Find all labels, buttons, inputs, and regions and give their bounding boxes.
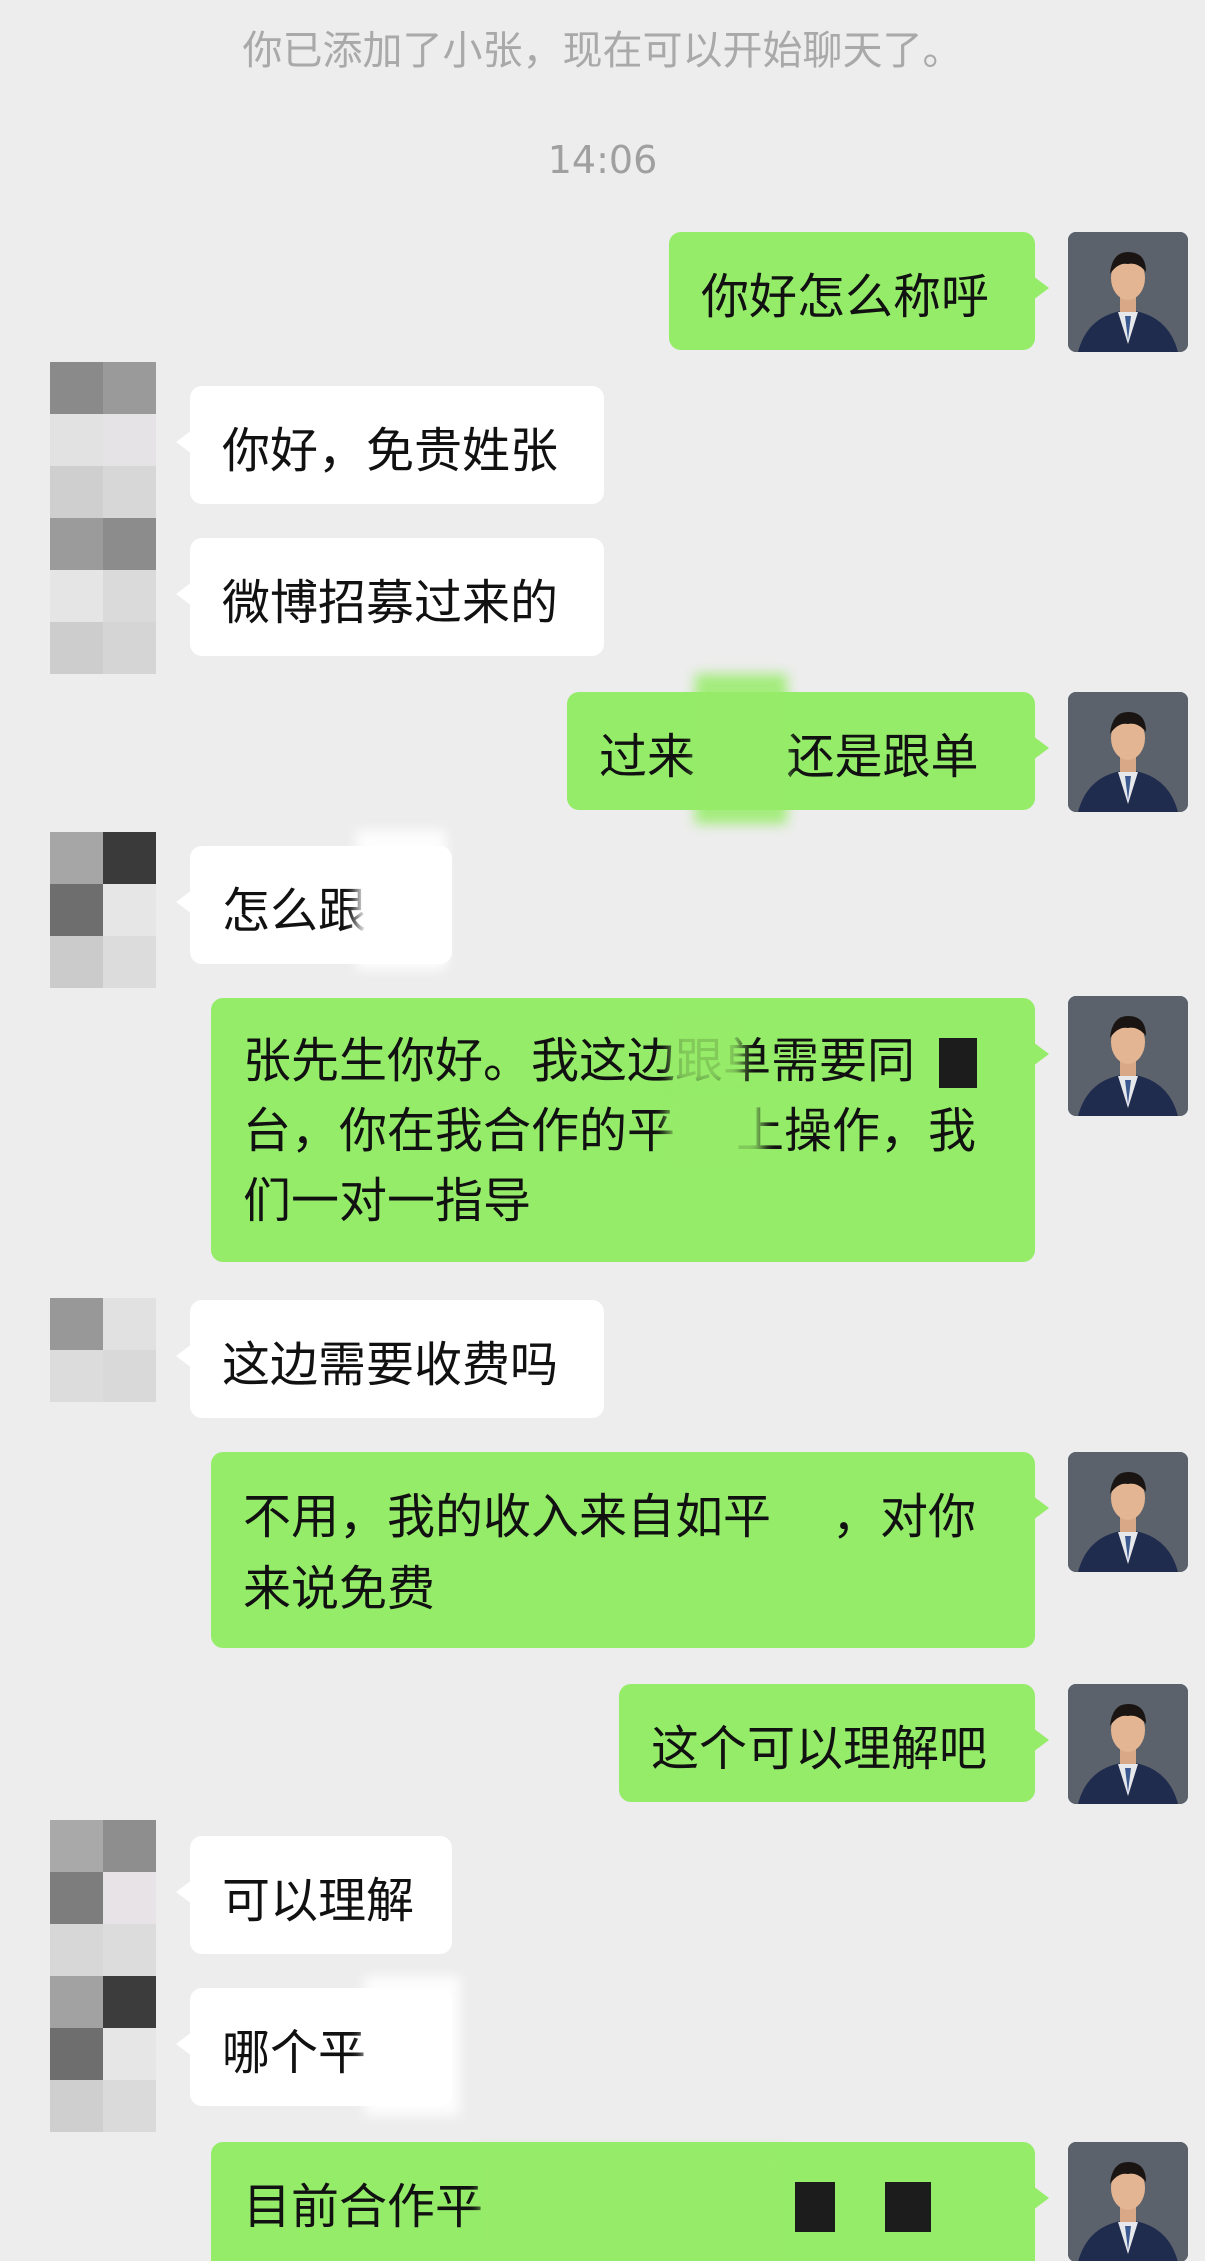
message-text: 微博招募过来的 [222,575,559,631]
man-in-suit-avatar-icon [1068,996,1188,1116]
system-note: 你已添加了小张，现在可以开始聊天了。 [242,28,963,74]
message-bubble-out[interactable]: 这个可以理解吧 [619,1684,1049,1802]
message-text: 这边需要收费吗 [222,1337,559,1393]
redaction [356,830,446,970]
message-bubble-in[interactable]: 微博招募过来的 [176,538,604,656]
man-in-suit-avatar-icon [1068,2142,1188,2261]
message-bubble-out[interactable]: 张先生你好。我这边跟单需要同 台，你在我合作的平 上操作，我 们一对一指导 [211,998,1049,1262]
avatar-self[interactable] [1068,1452,1188,1572]
message-bubble-out[interactable]: 过来 还是跟单 [567,674,1049,824]
message-text: 你好，免贵姓张 [222,423,559,479]
message-bubble-out[interactable]: 不用，我的收入来自如平 ，对你 来说免费 [211,1452,1049,1648]
redaction [885,2182,931,2232]
man-in-suit-avatar-icon [1068,692,1188,812]
redaction [671,1016,743,1086]
timestamp: 14:06 [547,138,658,182]
message-text: 张先生你好。我这边跟单需要同 台，你在我合作的平 上操作，我 们一对一指导 [243,1033,977,1229]
message-bubble-in[interactable]: 这边需要收费吗 [176,1300,604,1418]
redaction [667,1094,763,1164]
redaction [695,674,787,824]
redaction [939,1038,977,1088]
man-in-suit-avatar-icon [1068,1452,1188,1572]
message-text: 过来 还是跟单 [599,729,979,785]
avatar-self[interactable] [1068,2142,1188,2261]
avatar-self[interactable] [1068,1684,1188,1804]
man-in-suit-avatar-icon [1068,232,1188,352]
message-text: 这个可以理解吧 [651,1721,988,1777]
redaction [481,2150,781,2260]
avatar-other[interactable] [50,1820,156,2132]
message-bubble-in[interactable]: 你好，免贵姓张 [176,386,604,504]
avatar-self[interactable] [1068,692,1188,812]
message-bubble-in[interactable]: 怎么跟 [176,830,452,970]
message-bubble-out[interactable]: 你好怎么称呼 [669,232,1049,350]
avatar-other[interactable] [50,362,156,674]
message-text: 可以理解 [222,1873,415,1929]
avatar-self[interactable] [1068,232,1188,352]
message-text: 你好怎么称呼 [701,269,990,325]
message-bubble-in[interactable]: 可以理解 [176,1836,452,1954]
redaction [364,1976,460,2116]
avatar-other[interactable] [50,1298,156,1402]
message-bubble-out[interactable]: 目前合作平 [211,2142,1049,2261]
man-in-suit-avatar-icon [1068,1684,1188,1804]
message-bubble-in[interactable]: 哪个平 [176,1976,460,2116]
avatar-other[interactable] [50,832,156,988]
message-text: 不用，我的收入来自如平 ，对你 来说免费 [243,1489,977,1617]
redaction [795,2182,835,2232]
avatar-self[interactable] [1068,996,1188,1116]
